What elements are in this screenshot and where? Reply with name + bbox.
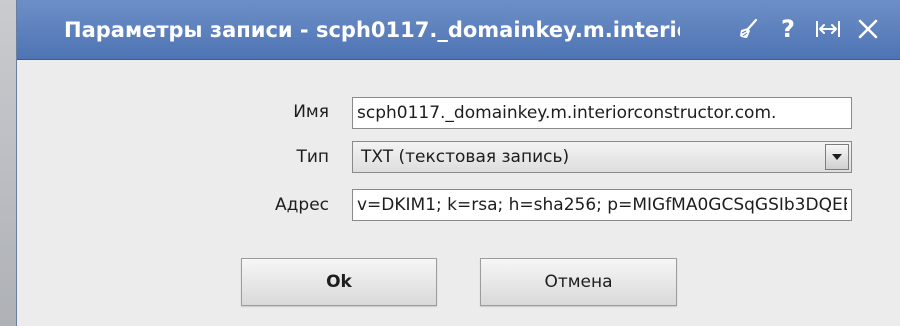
dialog-title: Параметры записи - scph0117._domainkey.m… [64,18,680,42]
dropdown-arrow-icon[interactable] [825,144,849,170]
close-icon[interactable] [853,14,883,44]
type-select[interactable]: TXT (текстовая запись) [352,141,852,173]
help-icon[interactable]: ? [773,14,803,44]
dialog-titlebar[interactable]: Параметры записи - scph0117._domainkey.m… [17,0,900,60]
cancel-button[interactable]: Отмена [480,258,677,306]
broom-icon[interactable] [733,14,763,44]
name-input[interactable] [352,97,852,129]
address-label: Адрес [275,195,329,215]
ok-button[interactable]: Ok [241,258,437,306]
fit-width-icon[interactable] [813,14,843,44]
address-input[interactable] [352,189,852,221]
type-select-value: TXT (текстовая запись) [361,147,570,167]
record-parameters-dialog: Параметры записи - scph0117._domainkey.m… [16,0,900,326]
name-label: Имя [293,102,329,122]
type-label: Тип [296,147,329,167]
